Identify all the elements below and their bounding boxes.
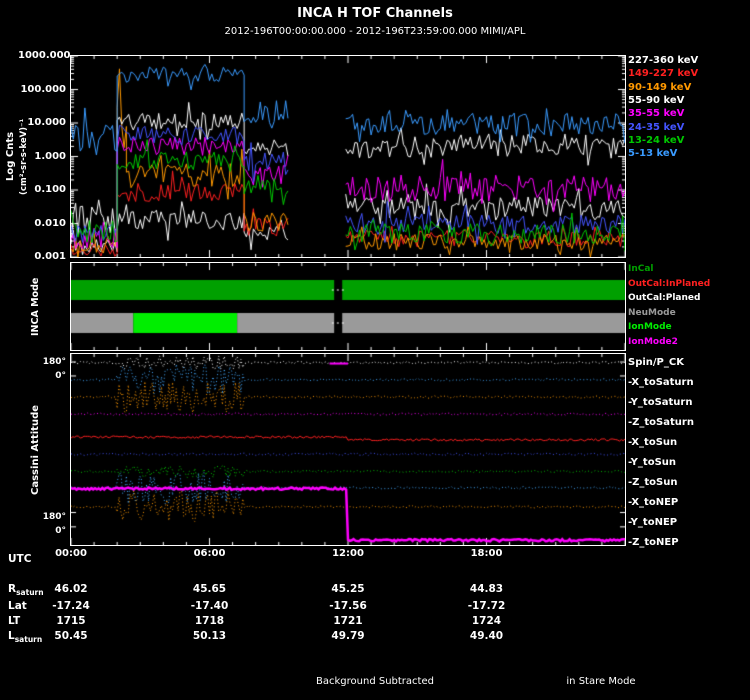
attitude-legend-item: -Y_toNEP — [628, 517, 678, 528]
xtick-label: 12:00 — [332, 548, 364, 559]
ephemeris-value: 44.83 — [469, 583, 504, 595]
mode-legend-item: OutCal:Planed — [628, 293, 701, 304]
ephemeris-value: 45.25 — [331, 583, 365, 595]
tof-ytick-label: 0.100 — [34, 184, 66, 195]
tof-counts-panel — [70, 55, 626, 258]
footer-stare-mode: in Stare Mode — [566, 676, 636, 687]
xtick-label: 18:00 — [470, 548, 503, 559]
attitude-legend-item: -Z_toSaturn — [628, 417, 694, 428]
mode-legend-item: IonMode — [628, 322, 672, 333]
ephemeris-value: -17.56 — [329, 600, 367, 612]
tof-ytick-label: 100.000 — [20, 83, 66, 95]
ephemeris-value: 1721 — [333, 615, 363, 627]
mode-legend-item: InCal — [628, 264, 654, 274]
attitude-legend-item: -X_toNEP — [628, 497, 679, 508]
tof-ytick-label: 0.001 — [34, 251, 66, 262]
tof-ytick-label: 10.000 — [27, 117, 66, 128]
attitude-ytick-label: 180° — [42, 512, 66, 522]
energy-legend-item: 13-24 keV — [628, 134, 685, 146]
attitude-ytick-label: 0° — [55, 371, 66, 381]
inca-mode-canvas — [71, 263, 625, 350]
attitude-legend-item: -X_toSaturn — [628, 377, 694, 388]
cassini-attitude-panel — [70, 353, 626, 546]
tof-counts-canvas — [71, 56, 625, 257]
attitude-legend-item: -X_toSun — [628, 437, 678, 448]
mode-legend-item: IonMode2 — [628, 337, 678, 347]
energy-legend-item: 90-149 keV — [628, 81, 692, 93]
mode-legend-item: NeuMode — [628, 307, 676, 318]
attitude-legend-item: -Z_toNEP — [628, 537, 679, 548]
ephemeris-row-label: LT — [8, 615, 20, 627]
energy-legend-item: 24-35 keV — [628, 121, 685, 133]
ephemeris-value: 49.40 — [469, 630, 504, 642]
cassini-attitude-canvas — [71, 354, 625, 545]
energy-legend-item: 227-360 keV — [628, 55, 699, 66]
tof-ylabel: Log Cnts — [5, 131, 16, 182]
mode-ylabel: INCA Mode — [30, 277, 41, 336]
attitude-ytick-label: 0° — [55, 526, 66, 536]
ephemeris-row-label-text: Lat — [8, 600, 27, 612]
attitude-legend-item: -Y_toSaturn — [628, 397, 693, 408]
tof-ytick-label: 1.000 — [34, 150, 66, 162]
ephemeris-value: 45.65 — [192, 583, 227, 595]
ephemeris-value: -17.24 — [52, 600, 90, 612]
ephemeris-row-label-text: LT — [8, 615, 21, 627]
attitude-legend-item: -Y_toSun — [628, 457, 677, 468]
attitude-legend-item: -Z_toSun — [628, 477, 678, 488]
attitude-legend-item: Spin/P_CK — [628, 357, 684, 368]
tof-ytick-label: 1000.000 — [18, 50, 71, 61]
attitude-ytick-label: 180° — [42, 357, 66, 367]
mode-legend-item: OutCal:InPlaned — [628, 278, 711, 289]
energy-legend-item: 149-227 keV — [628, 68, 699, 80]
ephemeris-value: 50.45 — [54, 630, 88, 642]
ephemeris-value: 1715 — [56, 615, 86, 627]
energy-legend-item: 55-90 keV — [628, 94, 685, 106]
page-title: INCA H TOF Channels — [297, 6, 453, 21]
ephemeris-row-label: Lat — [8, 600, 27, 612]
ephemeris-value: 1724 — [471, 615, 502, 627]
utc-axis-label: UTC — [8, 553, 32, 565]
ephemeris-value: 1718 — [194, 615, 225, 627]
ephemeris-value: -17.40 — [190, 600, 229, 612]
ephemeris-row-label-text: L — [8, 630, 15, 642]
energy-legend-item: 35-55 keV — [628, 108, 685, 120]
xtick-label: 06:00 — [193, 548, 226, 559]
plot-page: INCA H TOF Channels 2012-196T00:00:00.00… — [0, 0, 750, 700]
time-range-subtitle: 2012-196T00:00:00.000 - 2012-196T23:59:0… — [224, 26, 526, 37]
ephemeris-value: 50.13 — [192, 630, 227, 642]
inca-mode-panel — [70, 262, 626, 351]
ephemeris-row-label-text: R — [8, 583, 17, 595]
ephemeris-value: -17.72 — [467, 600, 506, 612]
ephemeris-value: 46.02 — [54, 583, 88, 595]
energy-legend-item: 5-13 keV — [628, 148, 678, 160]
xtick-label: 00:00 — [55, 548, 87, 559]
tof-ytick-label: 0.010 — [34, 217, 66, 229]
ephemeris-value: 49.79 — [331, 630, 365, 642]
